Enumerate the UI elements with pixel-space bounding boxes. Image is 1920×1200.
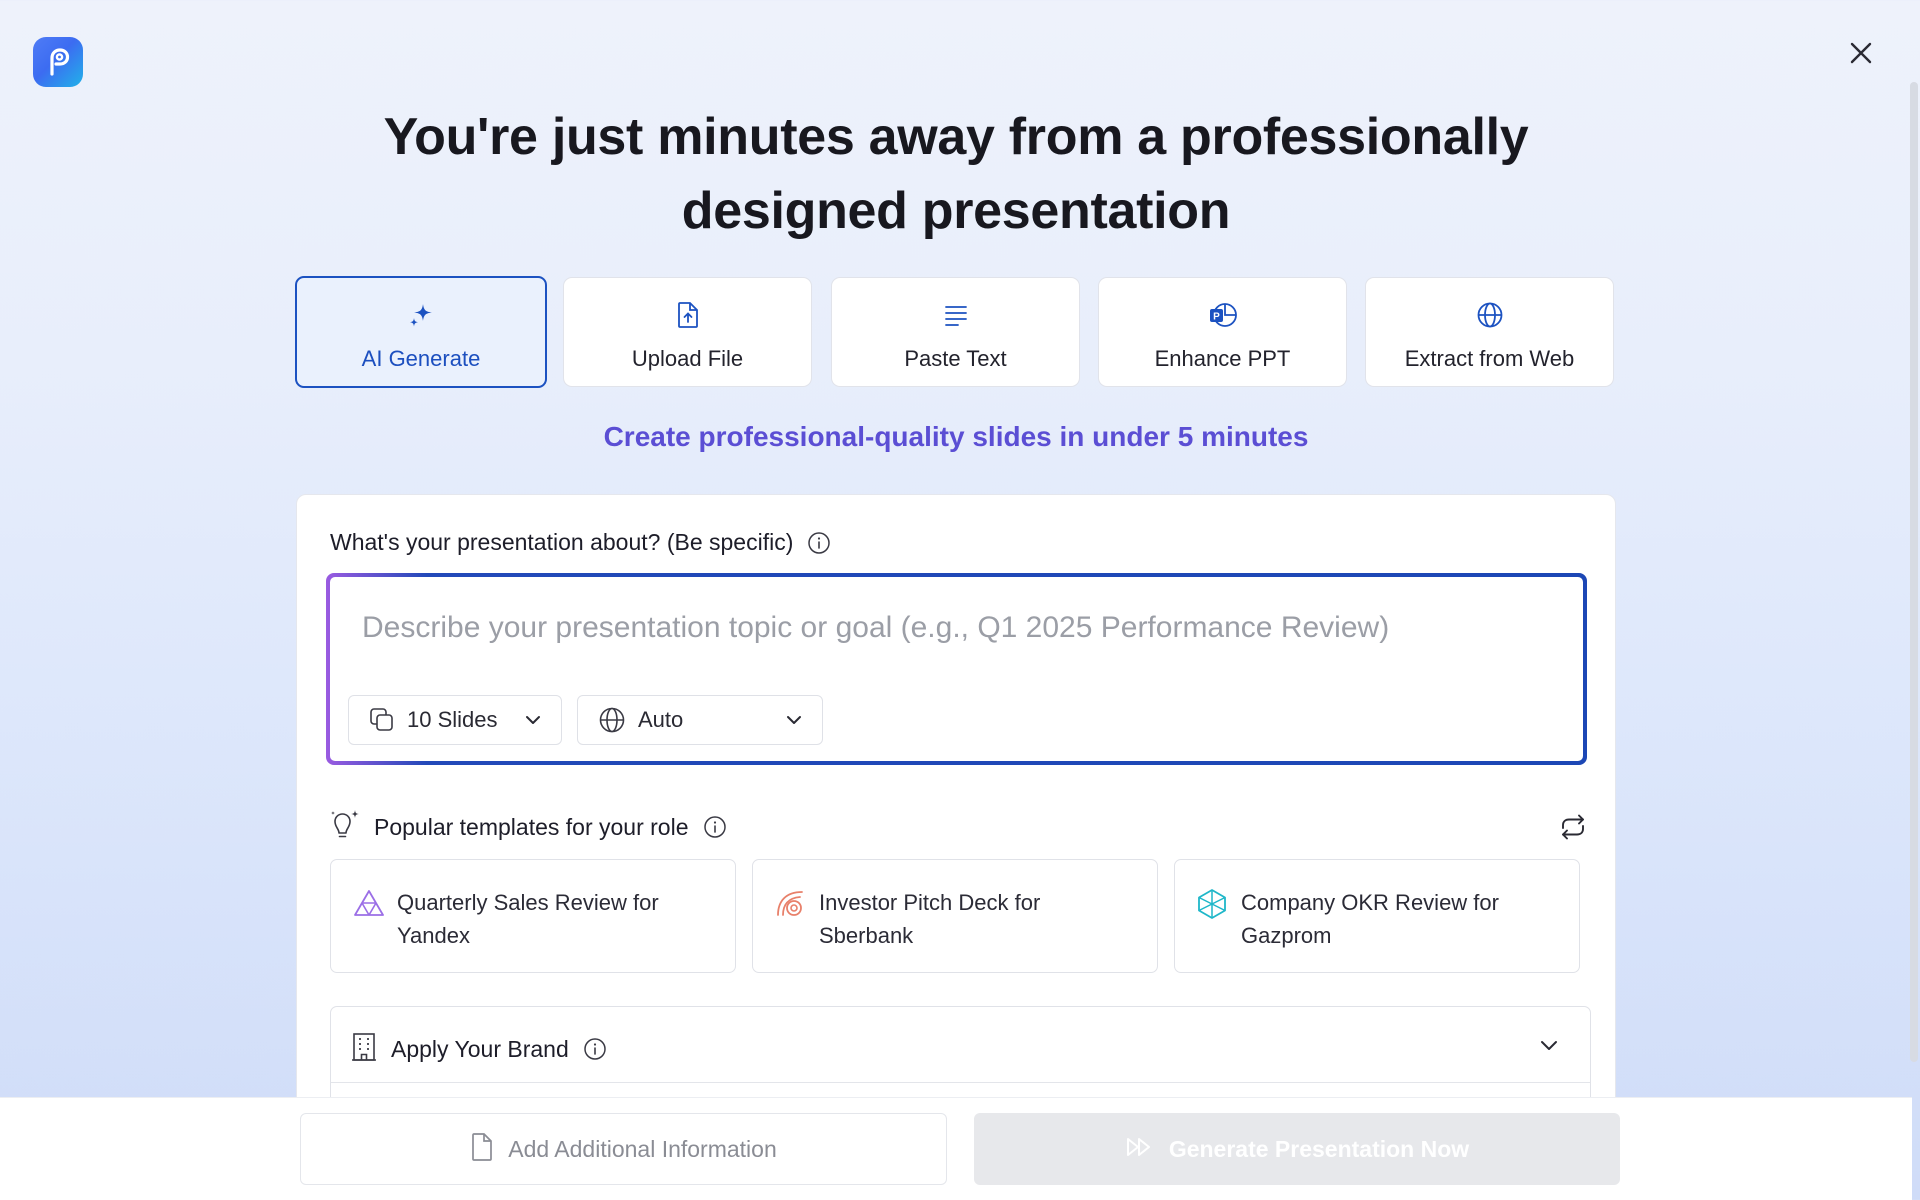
generate-presentation-button[interactable]: Generate Presentation Now [974,1113,1620,1185]
tab-label: Extract from Web [1404,346,1575,371]
slides-stack-icon [369,707,395,733]
language-select[interactable]: Auto [577,695,823,745]
template-card-sales-review[interactable]: Quarterly Sales Review for Yandex [330,859,736,973]
subheading: Create professional-quality slides in un… [603,421,1309,452]
prompt-box: 10 Slides Auto [326,573,1587,765]
text-lines-icon [832,300,1079,330]
chevron-down-icon [523,710,543,730]
template-label: Investor Pitch Deck for Sberbank [819,890,1041,948]
globe-icon [1366,300,1613,330]
lightbulb-icon [330,809,360,846]
footer-bar: Add Additional Information Generate Pres… [0,1097,1912,1200]
info-icon[interactable] [703,815,727,839]
tab-paste-text[interactable]: Paste Text [831,277,1080,387]
slide-count-value: 10 Slides [407,707,498,732]
chevron-down-icon [1538,1035,1560,1062]
sparkle-icon [297,300,545,330]
apply-brand-label: Apply Your Brand [391,1035,569,1062]
add-additional-information-button[interactable]: Add Additional Information [300,1113,947,1185]
fast-forward-icon [1125,1135,1155,1164]
tab-label: Upload File [631,346,744,371]
svg-text:P: P [1213,312,1220,323]
prompt-label-text: What's your presentation about? (Be spec… [330,529,794,555]
refresh-templates-button[interactable] [1556,811,1590,843]
add-info-label: Add Additional Information [508,1135,777,1162]
building-icon [351,1032,377,1067]
concentric-arcs-icon [775,888,805,923]
document-icon [470,1132,494,1167]
tab-enhance-ppt[interactable]: P Enhance PPT [1098,277,1347,387]
chevron-down-icon [784,710,804,730]
page-title-line-2: designed presentation [681,182,1231,240]
tab-label: AI Generate [361,346,481,371]
globe-icon [598,706,626,734]
template-label: Company OKR Review for Gazprom [1241,890,1499,948]
tab-label: Paste Text [904,346,1007,371]
powerpoint-icon: P [1099,300,1346,330]
info-icon[interactable] [583,1037,607,1061]
presentation-logo-icon [33,37,83,87]
tab-upload-file[interactable]: Upload File [563,277,812,387]
generate-form-card: What's your presentation about? (Be spec… [296,494,1616,1126]
source-tabs: AI Generate Upload File Paste Text P Enh… [295,276,1615,388]
page-title-line-1: You're just minutes away from a professi… [383,108,1529,166]
template-card-okr-review[interactable]: Company OKR Review for Gazprom [1174,859,1580,973]
slide-count-select[interactable]: 10 Slides [348,695,562,745]
tab-label: Enhance PPT [1154,346,1291,371]
file-upload-icon [564,300,811,330]
hexagon-cube-icon [1197,888,1227,925]
templates-heading: Popular templates for your role [374,813,689,840]
close-button[interactable] [1846,38,1876,68]
templates-header: Popular templates for your role [330,807,1590,847]
triangles-icon [353,888,385,923]
topic-input[interactable] [360,607,1544,649]
prompt-label: What's your presentation about? (Be spec… [330,529,831,556]
tab-extract-from-web[interactable]: Extract from Web [1365,277,1614,387]
template-card-investor-pitch[interactable]: Investor Pitch Deck for Sberbank [752,859,1158,973]
page-title: You're just minutes away from a professi… [0,100,1912,248]
divider [331,1082,1590,1083]
close-icon [1850,42,1872,64]
info-icon[interactable] [807,531,831,555]
refresh-icon [1562,814,1584,840]
language-value: Auto [638,707,684,732]
tab-ai-generate[interactable]: AI Generate [295,276,547,388]
generate-label: Generate Presentation Now [1168,1135,1470,1162]
template-label: Quarterly Sales Review for Yandex [397,890,659,948]
